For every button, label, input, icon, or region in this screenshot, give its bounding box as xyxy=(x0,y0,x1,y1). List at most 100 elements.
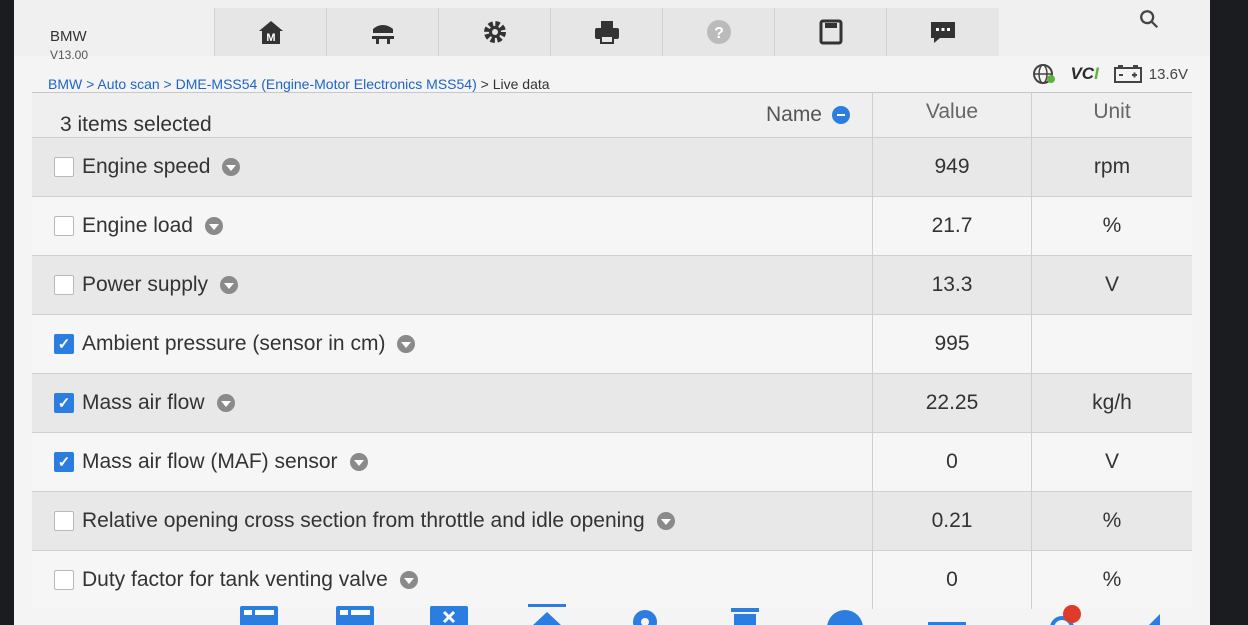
table-row[interactable]: Relative opening cross section from thro… xyxy=(32,491,1192,550)
value-cell: 0.21 xyxy=(872,492,1031,550)
row-checkbox[interactable] xyxy=(54,216,74,236)
print-button[interactable] xyxy=(550,8,663,56)
breadcrumb-module[interactable]: DME-MSS54 (Engine-Motor Electronics MSS5… xyxy=(176,76,477,92)
parameter-name: Engine speed xyxy=(82,155,211,178)
value-cell: 995 xyxy=(872,315,1031,373)
brand-name: BMW xyxy=(50,28,87,45)
unit-cell: rpm xyxy=(1031,138,1192,196)
unit-cell: % xyxy=(1031,492,1192,550)
software-version: V13.00 xyxy=(50,48,89,62)
battery-status: 13.6V xyxy=(1113,64,1188,84)
parameter-name: Ambient pressure (sensor in cm) xyxy=(82,332,386,355)
table-row[interactable]: Engine load 21.7% xyxy=(32,196,1192,255)
search-button[interactable] xyxy=(1134,4,1164,34)
row-checkbox[interactable] xyxy=(54,334,74,354)
name-header-cell: 3 items selected Name xyxy=(32,93,872,137)
settings-button[interactable] xyxy=(438,8,551,56)
expand-info-icon[interactable] xyxy=(349,453,368,471)
breadcrumb-brand[interactable]: BMW xyxy=(48,76,82,92)
table-row[interactable]: Mass air flow (MAF) sensor 0V xyxy=(32,432,1192,491)
table-row[interactable]: Ambient pressure (sensor in cm) 995 xyxy=(32,314,1192,373)
status-area: VCI 13.6V xyxy=(1032,62,1188,86)
vci-label: VC xyxy=(1070,64,1095,83)
bottom-toolbar xyxy=(14,600,1210,625)
parameter-name: Relative opening cross section from thro… xyxy=(82,509,645,532)
show-selected-icon[interactable] xyxy=(528,604,566,625)
breadcrumb-separator: > xyxy=(159,76,176,92)
battery-voltage: 13.6V xyxy=(1148,65,1188,83)
expand-info-icon[interactable] xyxy=(220,276,239,294)
graph-icon[interactable] xyxy=(928,604,966,625)
expand-info-icon[interactable] xyxy=(397,335,416,353)
live-data-table: 3 items selected Name Value Unit Engine … xyxy=(32,92,1192,609)
name-cell: Mass air flow (MAF) sensor xyxy=(32,433,872,491)
notification-icon[interactable] xyxy=(1050,604,1088,625)
breadcrumb-separator: > xyxy=(82,76,98,92)
expand-info-icon[interactable] xyxy=(216,394,235,412)
expand-info-icon[interactable] xyxy=(222,158,241,176)
vci-indicator: VCI xyxy=(1070,64,1098,84)
back-icon[interactable] xyxy=(1144,604,1182,625)
row-checkbox[interactable] xyxy=(54,275,74,295)
table-body: Engine speed 949 rpm Engine load 21.7% Power … xyxy=(32,137,1192,609)
scanner-screen: BMW V13.00 M ? VCI 13.6V BMW > Auto scan… xyxy=(14,0,1210,625)
vci-connected-mark: I xyxy=(1094,64,1099,83)
name-cell: Mass air flow xyxy=(32,374,872,432)
save-button[interactable] xyxy=(774,8,887,56)
value-cell: 0 xyxy=(872,433,1031,491)
select-page-icon[interactable] xyxy=(240,604,278,625)
breadcrumb-separator: > xyxy=(476,76,493,92)
unit-cell: % xyxy=(1031,197,1192,255)
printer-icon xyxy=(595,21,619,44)
unselect-icon[interactable] xyxy=(430,604,468,625)
message-icon xyxy=(931,22,955,43)
car-lift-icon xyxy=(372,25,394,44)
network-globe-icon xyxy=(1033,64,1056,84)
settings-icon[interactable] xyxy=(626,604,664,625)
name-cell: Ambient pressure (sensor in cm) xyxy=(32,315,872,373)
sort-toggle-icon[interactable] xyxy=(832,106,850,124)
help-button[interactable]: ? xyxy=(662,8,775,56)
table-row[interactable]: Mass air flow 22.25kg/h xyxy=(32,373,1192,432)
delete-icon[interactable] xyxy=(726,604,764,625)
parameter-name: Power supply xyxy=(82,273,209,296)
expand-info-icon[interactable] xyxy=(204,217,223,235)
table-row[interactable]: Engine speed 949 rpm xyxy=(32,137,1192,196)
value-cell: 22.25 xyxy=(872,374,1031,432)
breadcrumb: BMW > Auto scan > DME-MSS54 (Engine-Moto… xyxy=(48,76,550,92)
name-cell: Power supply xyxy=(32,256,872,314)
save-icon xyxy=(819,19,843,45)
parameter-name: Duty factor for tank venting valve xyxy=(82,568,388,591)
unit-column-header: Unit xyxy=(1031,93,1192,137)
table-row[interactable]: Power supply 13.3 V xyxy=(32,255,1192,314)
settings-gear-icon xyxy=(484,21,506,43)
breadcrumb-current: Live data xyxy=(492,76,550,92)
expand-info-icon[interactable] xyxy=(656,512,675,530)
row-checkbox[interactable] xyxy=(54,511,74,531)
value-cell: 949 xyxy=(872,138,1031,196)
value-cell: 13.3 xyxy=(872,256,1031,314)
value-column-header: Value xyxy=(872,93,1031,137)
vehicle-button[interactable] xyxy=(326,8,439,56)
name-cell: Relative opening cross section from thro… xyxy=(32,492,872,550)
expand-info-icon[interactable] xyxy=(399,571,418,589)
name-header-label: Name xyxy=(765,103,822,126)
parameter-name: Engine load xyxy=(82,214,193,237)
select-all-icon[interactable] xyxy=(336,604,374,625)
vehicle-brand: BMW V13.00 xyxy=(50,28,88,62)
record-icon[interactable] xyxy=(826,604,864,625)
row-checkbox[interactable] xyxy=(54,452,74,472)
home-button[interactable]: M xyxy=(214,8,327,56)
name-cell: Engine speed xyxy=(32,138,872,196)
row-checkbox[interactable] xyxy=(54,393,74,413)
search-icon xyxy=(1140,10,1159,29)
help-icon: ? xyxy=(707,20,731,44)
message-button[interactable] xyxy=(886,8,999,56)
name-column-header[interactable]: Name xyxy=(766,103,850,127)
unit-cell: V xyxy=(1031,433,1192,491)
home-icon: M xyxy=(259,21,283,44)
row-checkbox[interactable] xyxy=(54,157,74,177)
row-checkbox[interactable] xyxy=(54,570,74,590)
name-cell: Engine load xyxy=(32,197,872,255)
breadcrumb-auto-scan[interactable]: Auto scan xyxy=(97,76,159,92)
